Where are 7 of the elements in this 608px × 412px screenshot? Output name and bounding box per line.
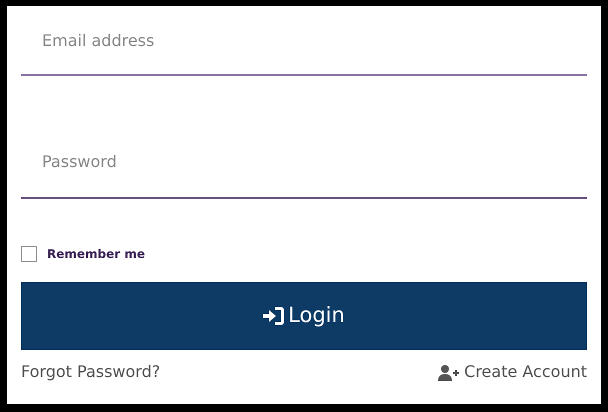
add-user-icon — [438, 364, 460, 380]
create-account-link[interactable]: Create Account — [438, 360, 587, 384]
remember-checkbox[interactable] — [21, 246, 37, 262]
sign-in-icon — [263, 306, 286, 326]
remember-label: Remember me — [47, 246, 145, 263]
login-button[interactable]: Login — [21, 282, 587, 350]
forgot-password-link[interactable]: Forgot Password? — [21, 360, 160, 384]
